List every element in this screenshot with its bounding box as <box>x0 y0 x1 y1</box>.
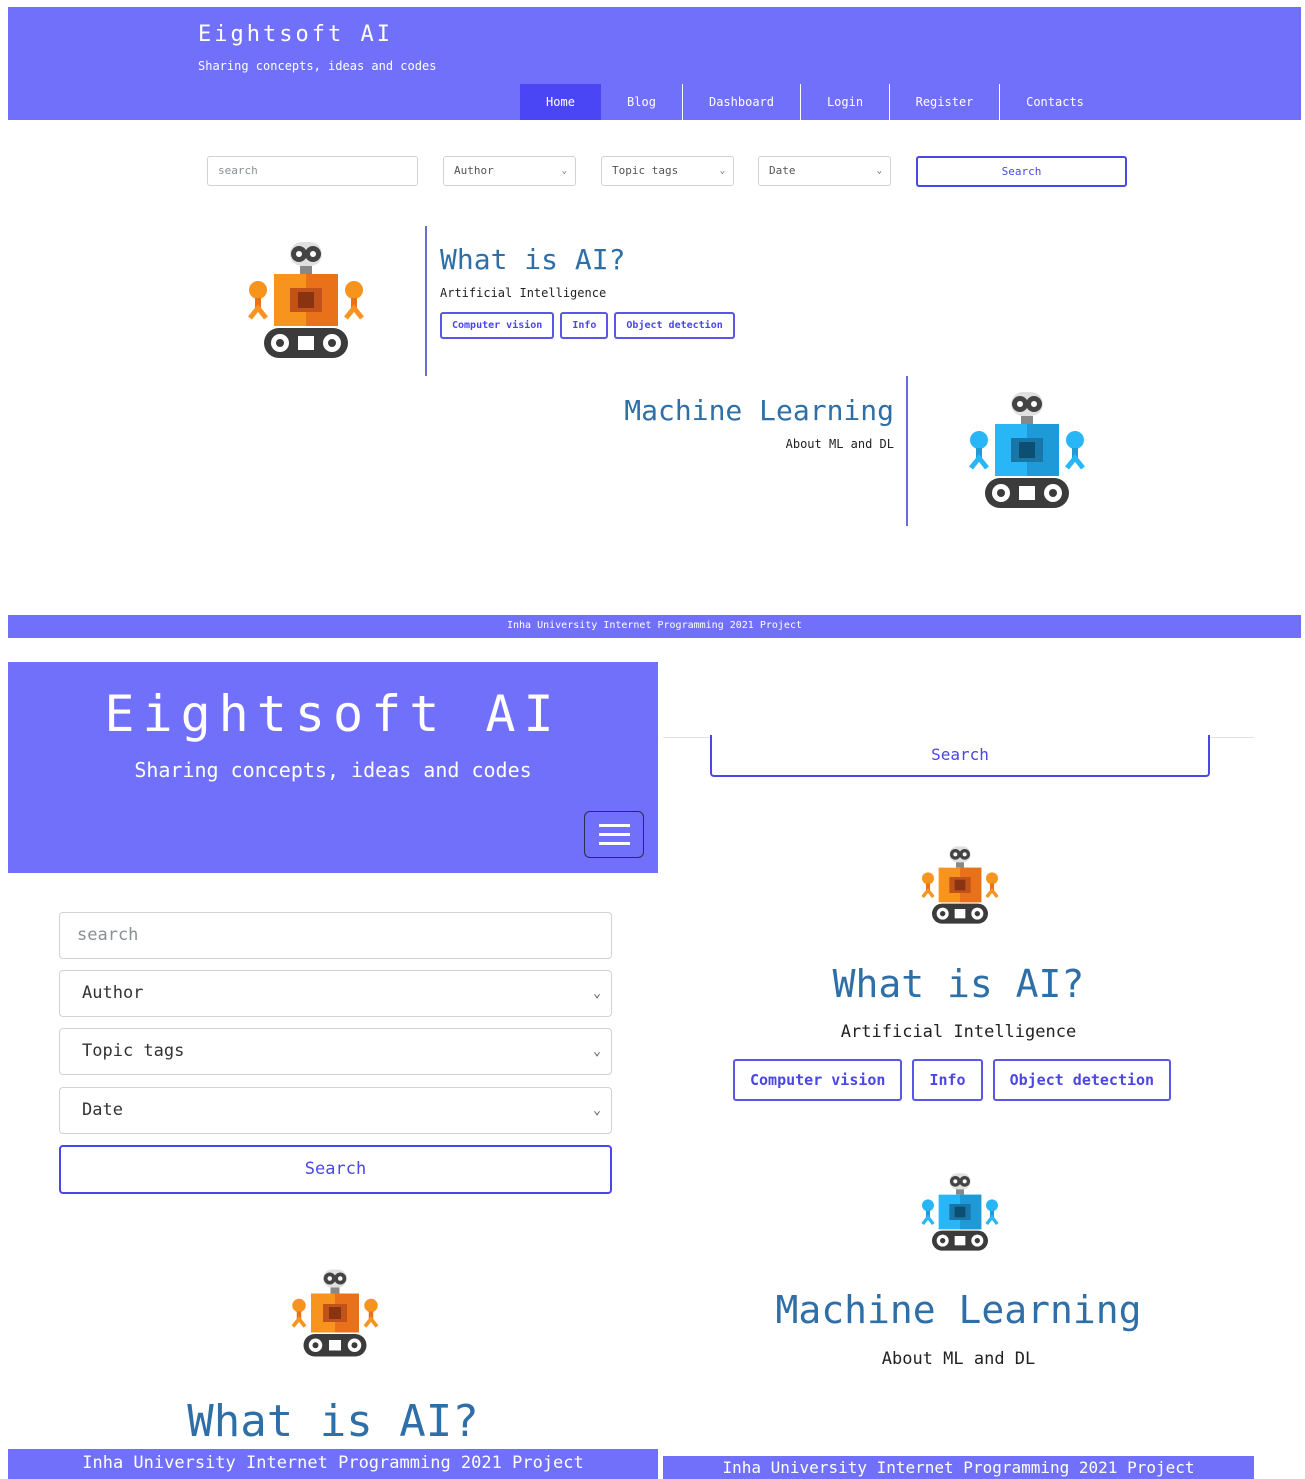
tag-object-detection[interactable]: Object detection <box>614 312 735 339</box>
topic-tags-select-value: Topic tags <box>612 164 679 177</box>
nav-register[interactable]: Register <box>890 84 1000 120</box>
site-tagline: Sharing concepts, ideas and codes <box>134 758 532 782</box>
chevron-down-icon: ⌄ <box>593 986 601 1001</box>
robot-orange-icon <box>290 1268 380 1358</box>
author-select-value: Author <box>454 164 494 177</box>
chevron-down-icon: ⌄ <box>876 166 882 176</box>
search-input[interactable]: search <box>59 912 612 959</box>
site-title[interactable]: Eightsoft AI <box>8 685 658 743</box>
nav-contacts[interactable]: Contacts <box>1000 84 1110 120</box>
date-select[interactable]: Date ⌄ <box>59 1087 612 1134</box>
topic-tags-select[interactable]: Topic tags ⌄ <box>601 156 734 186</box>
author-select-value: Author <box>82 983 144 1003</box>
footer: Inha University Internet Programming 202… <box>8 1449 658 1479</box>
hamburger-icon-line <box>599 833 630 836</box>
post-divider <box>425 226 427 376</box>
hamburger-icon <box>599 824 630 827</box>
robot-orange-icon <box>246 240 366 360</box>
topic-tags-select[interactable]: Topic tags ⌄ <box>59 1028 612 1075</box>
tag-object-detection[interactable]: Object detection <box>992 1059 1172 1101</box>
post-subtitle: About ML and DL <box>881 1349 1036 1369</box>
nav-login[interactable]: Login <box>801 84 890 120</box>
post-title[interactable]: What is AI? <box>663 962 1254 1006</box>
robot-orange-icon <box>920 845 1000 925</box>
site-title[interactable]: Eightsoft AI <box>198 22 393 47</box>
nav-blog[interactable]: Blog <box>601 84 683 120</box>
tag-computer-vision[interactable]: Computer vision <box>733 1059 903 1101</box>
tag-info[interactable]: Info <box>560 312 609 339</box>
chevron-down-icon: ⌄ <box>561 166 567 176</box>
date-select[interactable]: Date ⌄ <box>758 156 891 186</box>
post-title[interactable]: Machine Learning <box>663 1288 1254 1332</box>
post-title[interactable]: Machine Learning <box>560 394 894 427</box>
post-tags: Computer vision Info Object detection <box>733 1059 1172 1101</box>
chevron-down-icon: ⌄ <box>593 1103 601 1118</box>
search-input[interactable]: search <box>207 156 418 186</box>
main-nav: Home Blog Dashboard Login Register Conta… <box>520 84 1110 120</box>
footer: Inha University Internet Programming 202… <box>8 615 1301 638</box>
nav-home[interactable]: Home <box>520 84 601 120</box>
nav-dashboard[interactable]: Dashboard <box>683 84 801 120</box>
robot-blue-icon <box>967 390 1087 510</box>
post-title[interactable]: What is AI? <box>8 1396 658 1447</box>
tag-computer-vision[interactable]: Computer vision <box>440 312 555 339</box>
footer: Inha University Internet Programming 202… <box>663 1456 1254 1479</box>
chevron-down-icon: ⌄ <box>593 1044 601 1059</box>
search-button[interactable]: Search <box>59 1145 612 1194</box>
date-select-value: Date <box>82 1100 123 1120</box>
author-select[interactable]: Author ⌄ <box>59 970 612 1017</box>
tag-info[interactable]: Info <box>912 1059 983 1101</box>
post-tags: Computer vision Info Object detection <box>440 312 735 339</box>
search-button[interactable]: Search <box>916 156 1127 187</box>
post-title[interactable]: What is AI? <box>440 243 625 276</box>
date-select-value: Date <box>769 164 796 177</box>
post-subtitle: Artificial Intelligence <box>840 1022 1077 1042</box>
topic-tags-select-value: Topic tags <box>82 1041 185 1061</box>
post-subtitle: About ML and DL <box>785 437 894 451</box>
robot-blue-icon <box>920 1172 1000 1252</box>
post-divider <box>906 376 908 526</box>
hamburger-icon-line <box>599 842 630 845</box>
chevron-down-icon: ⌄ <box>719 166 725 176</box>
menu-toggle-button[interactable] <box>584 811 644 858</box>
search-button[interactable]: Search <box>710 735 1210 777</box>
author-select[interactable]: Author ⌄ <box>443 156 576 186</box>
post-subtitle: Artificial Intelligence <box>440 286 607 300</box>
site-tagline: Sharing concepts, ideas and codes <box>198 59 437 73</box>
